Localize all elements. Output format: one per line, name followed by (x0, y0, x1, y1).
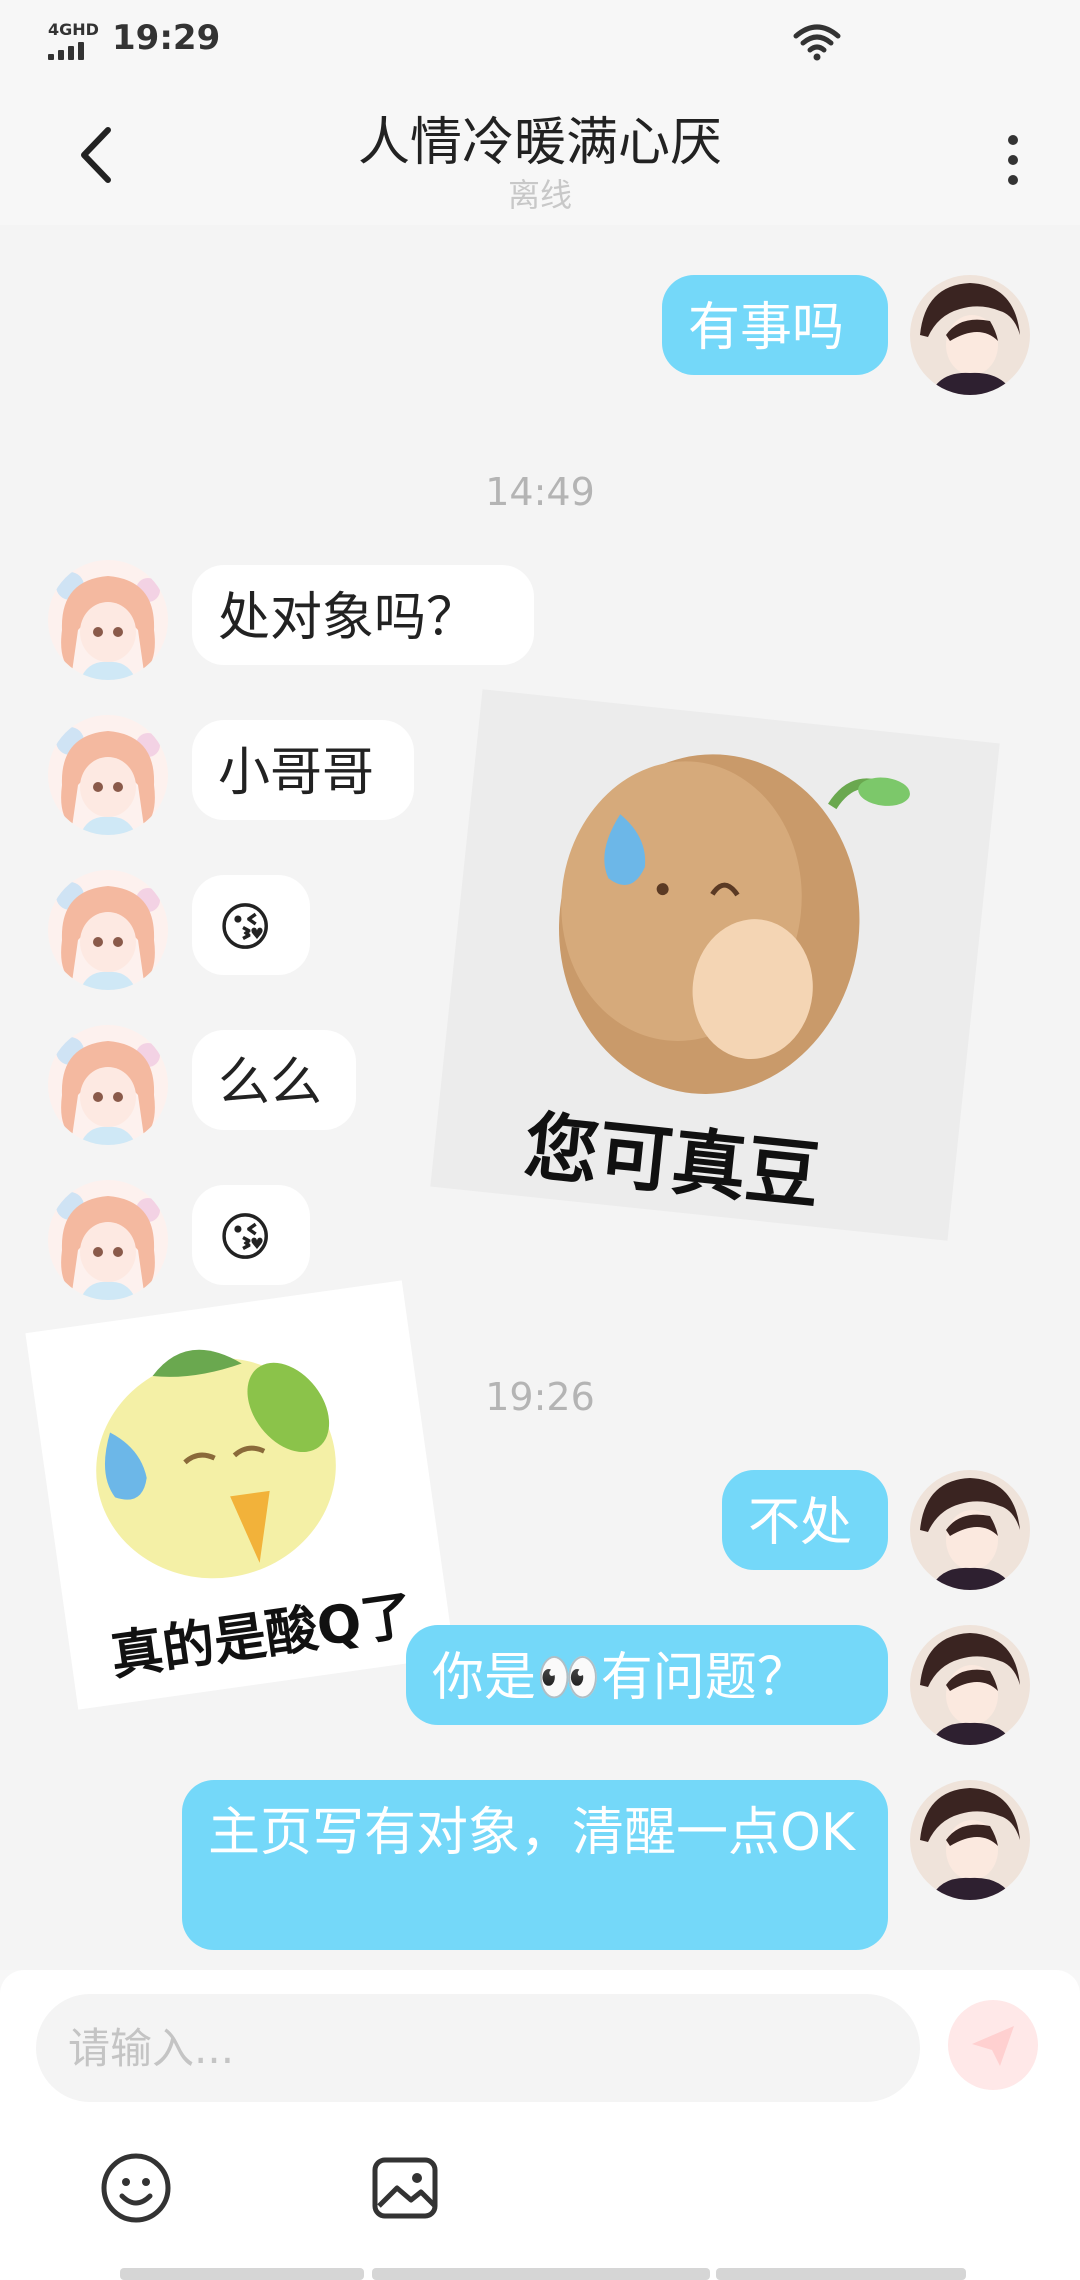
contact-avatar[interactable] (48, 560, 168, 680)
bottom-bar (716, 2268, 966, 2280)
smiley-icon[interactable] (96, 2148, 176, 2228)
timestamp: 14:49 (485, 470, 595, 514)
wifi-icon (793, 24, 841, 61)
user-avatar[interactable] (910, 275, 1030, 395)
chat-area: 有事吗 14:49 处对象吗？ 小哥哥 😘 么么 😘 您可真豆 真的是酸Q了 1… (0, 225, 1080, 1970)
message-outgoing[interactable]: 有事吗 (662, 275, 888, 375)
message-outgoing[interactable]: 你是👀有问题？ (406, 1625, 888, 1725)
image-icon[interactable] (365, 2148, 445, 2228)
contact-avatar[interactable] (48, 715, 168, 835)
user-avatar[interactable] (910, 1470, 1030, 1590)
user-avatar[interactable] (910, 1780, 1030, 1900)
message-outgoing[interactable]: 不处 (722, 1470, 888, 1570)
contact-avatar[interactable] (48, 1180, 168, 1300)
send-button[interactable] (948, 2000, 1038, 2090)
signal-icon (48, 42, 96, 60)
chat-title: 人情冷暖满心厌 (357, 113, 722, 173)
bottom-bar (372, 2268, 710, 2280)
potato-image (559, 754, 910, 1094)
bottom-bar (120, 2268, 364, 2280)
online-status: 离线 (507, 176, 572, 214)
input-area (0, 1970, 1080, 2280)
chat-header: 人情冷暖满心厌 离线 (0, 80, 1080, 225)
message-outgoing[interactable]: 主页写有对象，清醒一点OK (182, 1780, 888, 1950)
message-incoming[interactable]: 么么 (192, 1030, 356, 1130)
message-incoming[interactable]: 😘 (192, 875, 310, 975)
sticker-lemon[interactable]: 真的是酸Q了 (25, 1280, 455, 1710)
timestamp: 19:26 (485, 1375, 595, 1419)
send-icon (972, 2026, 1014, 2066)
contact-avatar[interactable] (48, 1025, 168, 1145)
contact-avatar[interactable] (48, 870, 168, 990)
sticker-potato[interactable]: 您可真豆 (430, 689, 1000, 1241)
network-indicator: 4GHD (48, 20, 99, 39)
status-bar: 4GHD 19:29 (0, 0, 1080, 80)
message-incoming[interactable]: 小哥哥 (192, 720, 414, 820)
status-time: 19:29 (112, 18, 221, 58)
message-incoming[interactable]: 处对象吗？ (192, 565, 534, 665)
more-vertical-icon[interactable] (992, 125, 1036, 195)
lemon-image (96, 1349, 336, 1579)
message-input[interactable] (36, 1994, 920, 2102)
user-avatar[interactable] (910, 1625, 1030, 1745)
message-incoming[interactable]: 😘 (192, 1185, 310, 1285)
